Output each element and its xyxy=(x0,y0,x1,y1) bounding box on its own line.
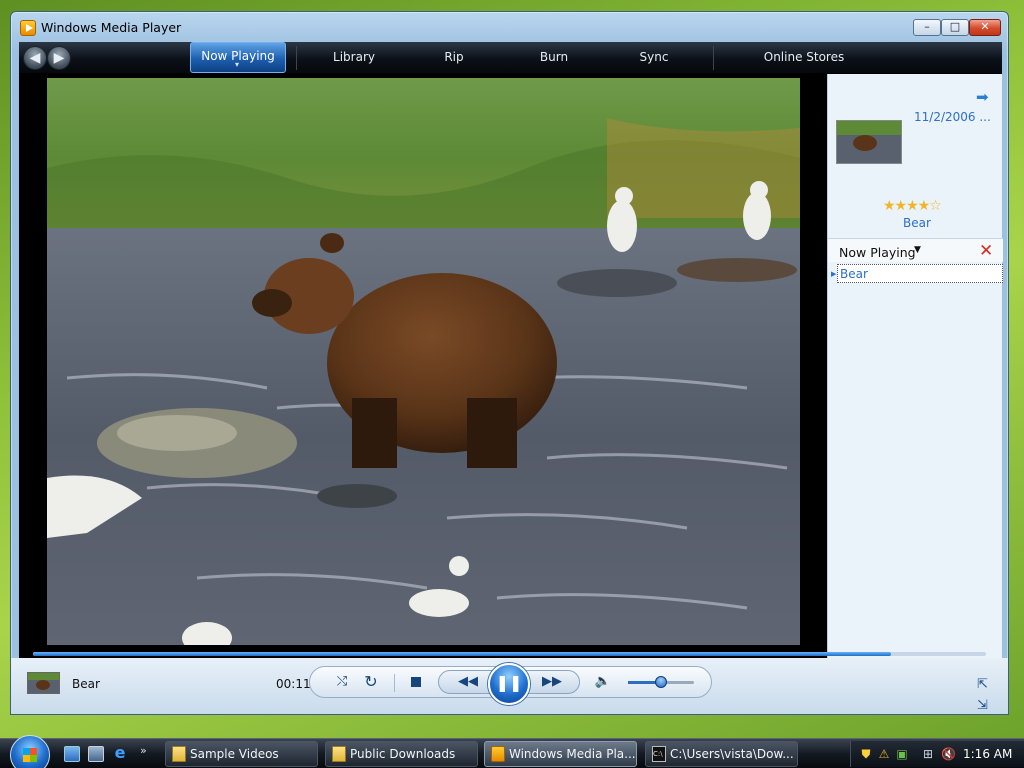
tab-separator xyxy=(296,46,297,70)
maximize-button[interactable]: □ xyxy=(941,19,969,36)
window-title: Windows Media Player xyxy=(41,20,182,35)
chevron-down-icon[interactable]: ▼ xyxy=(914,245,921,255)
notification-area: ⛊ ⚠ ▣ ⊞ 🔇 1:16 AM xyxy=(850,741,1024,767)
now-playing-thumbnail[interactable] xyxy=(27,672,60,694)
security-shield-icon[interactable]: ⛊ xyxy=(859,747,873,761)
media-title-link[interactable]: Bear xyxy=(903,216,931,230)
taskbar-button-label: Public Downloads xyxy=(350,747,456,761)
taskbar: e » Sample Videos Public Downloads Windo… xyxy=(0,735,1024,768)
folder-icon xyxy=(332,746,346,762)
star-rating[interactable]: ★★★★☆ xyxy=(883,198,942,214)
show-desktop-icon[interactable] xyxy=(64,746,80,762)
clear-list-icon[interactable]: ✕ xyxy=(979,241,993,261)
folder-icon xyxy=(172,746,186,762)
seek-bar-progress xyxy=(33,652,891,656)
tab-sync[interactable]: Sync xyxy=(609,42,699,73)
warning-icon[interactable]: ⚠ xyxy=(877,747,891,761)
stop-button[interactable] xyxy=(406,667,426,697)
bear-video-image xyxy=(47,78,800,645)
media-player-window: Windows Media Player – □ ✕ ◀ ▶ Now Playi… xyxy=(10,11,1009,715)
fullscreen-icon[interactable]: ⇱ xyxy=(977,677,988,692)
volume-icon[interactable]: 🔈 xyxy=(594,667,612,697)
taskbar-button-label: Sample Videos xyxy=(190,747,279,761)
taskbar-button-label: Windows Media Pla... xyxy=(509,747,636,761)
arrow-right-icon[interactable]: ➡ xyxy=(976,90,992,105)
tab-separator xyxy=(713,46,714,70)
cmd-icon: C:\ xyxy=(652,746,666,762)
playlist-item-title: Bear xyxy=(840,267,868,281)
navigation-bar: ◀ ▶ Now Playing Library Rip Burn Sync On… xyxy=(19,42,1002,78)
network-icon[interactable]: ⊞ xyxy=(921,747,935,761)
back-button[interactable]: ◀ xyxy=(23,46,47,70)
taskbar-button-command-prompt[interactable]: C:\ C:\Users\vista\Dow... xyxy=(645,741,798,767)
taskbar-button-sample-videos[interactable]: Sample Videos xyxy=(165,741,318,767)
tab-online-stores[interactable]: Online Stores xyxy=(719,42,889,73)
taskbar-button-public-downloads[interactable]: Public Downloads xyxy=(325,741,478,767)
now-playing-list-label[interactable]: Now Playing xyxy=(839,245,916,260)
seek-bar[interactable] xyxy=(33,652,986,656)
now-playing-list-header: Now Playing ▼ ✕ xyxy=(828,238,1003,262)
tab-now-playing[interactable]: Now Playing xyxy=(190,42,286,78)
playlist-item[interactable]: Bear xyxy=(837,264,1003,283)
start-button[interactable] xyxy=(10,735,50,768)
playback-control-bar: Bear 00:11 ⤭ ↻ ◀◀ ▶▶ ❚❚ 🔈 ⇱ ⇲ xyxy=(11,658,1008,714)
album-art-thumbnail[interactable] xyxy=(836,120,902,164)
previous-button[interactable]: ◀◀ xyxy=(455,671,481,695)
taskbar-button-windows-media-player[interactable]: Windows Media Pla... xyxy=(484,741,637,767)
list-pane: ➡ 11/2/2006 ... ★★★★☆ Bear Now Playing ▼… xyxy=(827,74,1003,660)
taskbar-button-label: C:\Users\vista\Dow... xyxy=(670,747,794,761)
wmp-app-icon xyxy=(20,20,36,36)
switch-windows-icon[interactable] xyxy=(88,746,104,762)
volume-muted-icon[interactable]: 🔇 xyxy=(941,747,956,761)
tab-burn[interactable]: Burn xyxy=(499,42,609,73)
elapsed-time[interactable]: 00:11 xyxy=(276,677,311,691)
next-button[interactable]: ▶▶ xyxy=(539,671,565,695)
volume-slider[interactable] xyxy=(628,676,694,688)
repeat-icon[interactable]: ↻ xyxy=(360,667,382,697)
volume-slider-thumb[interactable] xyxy=(655,676,667,688)
title-bar[interactable]: Windows Media Player – □ ✕ xyxy=(11,12,1008,42)
switch-to-compact-icon[interactable]: ⇲ xyxy=(977,698,988,713)
pause-button[interactable]: ❚❚ xyxy=(488,663,530,705)
close-button[interactable]: ✕ xyxy=(969,19,1001,36)
clock[interactable]: 1:16 AM xyxy=(963,747,1012,761)
media-date: 11/2/2006 ... xyxy=(914,110,991,124)
minimize-button[interactable]: – xyxy=(913,19,941,36)
internet-explorer-icon[interactable]: e xyxy=(112,745,128,762)
wmp-icon xyxy=(491,746,505,762)
forward-button[interactable]: ▶ xyxy=(47,46,71,70)
tab-library[interactable]: Library xyxy=(299,42,409,73)
control-separator xyxy=(394,674,395,692)
tab-rip[interactable]: Rip xyxy=(409,42,499,73)
management-icon[interactable]: ▣ xyxy=(895,747,909,761)
transport-controls: ⤭ ↻ ◀◀ ▶▶ ❚❚ 🔈 xyxy=(309,663,712,705)
now-playing-title: Bear xyxy=(72,677,100,691)
video-pane[interactable] xyxy=(19,74,827,660)
quick-launch-more-icon[interactable]: » xyxy=(140,744,147,757)
video-frame[interactable] xyxy=(47,78,800,645)
shuffle-icon[interactable]: ⤭ xyxy=(332,667,352,697)
now-playing-marker-icon: ▶ xyxy=(831,270,837,278)
